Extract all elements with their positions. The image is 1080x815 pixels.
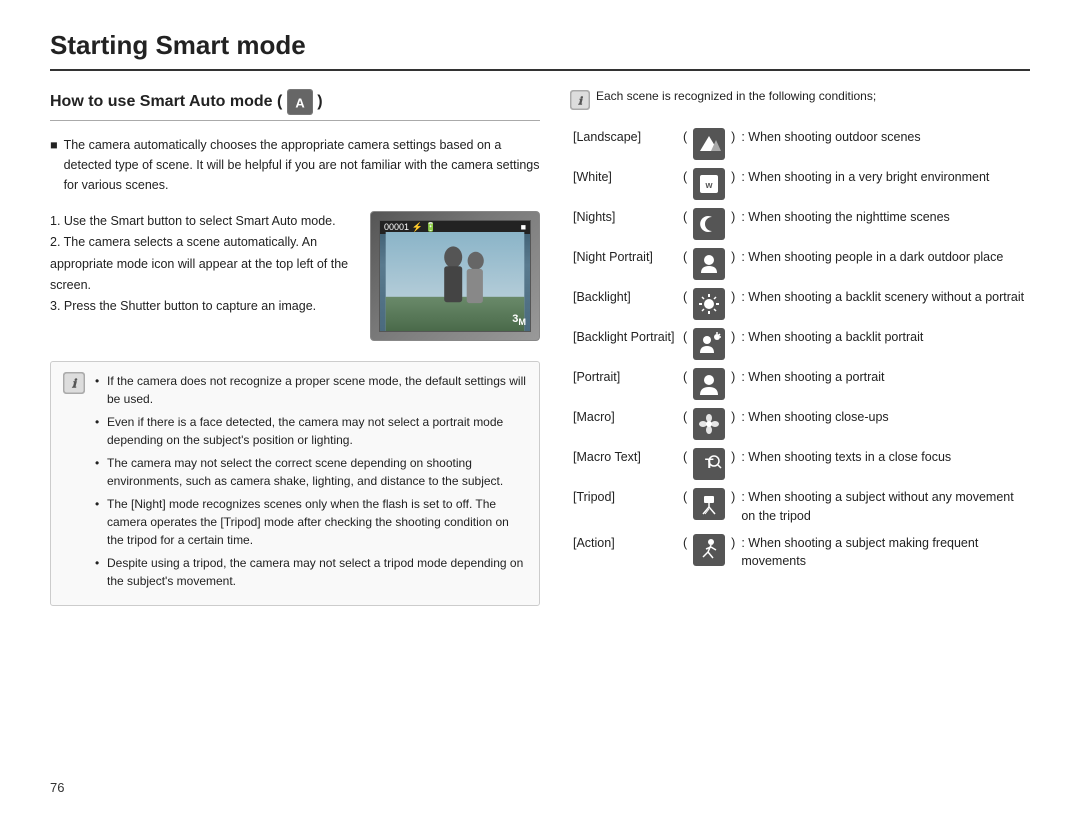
scene-label-white: [White] bbox=[570, 164, 680, 204]
scene-open-paren-5: ( bbox=[680, 324, 690, 364]
camera-preview: 00001 ⚡ 🔋 ■ bbox=[370, 211, 540, 341]
note-bullets: If the camera does not recognize a prope… bbox=[95, 372, 527, 595]
scene-open-paren-3: ( bbox=[680, 244, 690, 284]
scene-icon-nights bbox=[690, 204, 728, 244]
scene-close-paren-9: ) bbox=[728, 484, 738, 530]
each-scene-text: Each scene is recognized in the followin… bbox=[596, 89, 876, 103]
scene-desc-tripod: : When shooting a subject without any mo… bbox=[738, 484, 1030, 530]
scene-close-paren-8: ) bbox=[728, 444, 738, 484]
note-item-3: The camera may not select the correct sc… bbox=[95, 454, 527, 490]
scene-close-paren-4: ) bbox=[728, 284, 738, 324]
scene-close-paren-7: ) bbox=[728, 404, 738, 444]
camera-3m-badge: 3M bbox=[512, 313, 526, 327]
svg-text:A: A bbox=[295, 95, 304, 110]
note-icon: ℹ bbox=[63, 372, 85, 394]
scene-desc-landscape: : When shooting outdoor scenes bbox=[738, 124, 1030, 164]
scene-row-nights: [Nights] ( ) : When shooting the nightti… bbox=[570, 204, 1030, 244]
scene-table: [Landscape] ( ) : When s bbox=[570, 124, 1030, 575]
note-item-5: Despite using a tripod, the camera may n… bbox=[95, 554, 527, 590]
scene-row-landscape: [Landscape] ( ) : When s bbox=[570, 124, 1030, 164]
page-title: Starting Smart mode bbox=[50, 30, 1030, 71]
scene-desc-macro-text: : When shooting texts in a close focus bbox=[738, 444, 1030, 484]
scene-icon-night-portrait bbox=[690, 244, 728, 284]
scene-desc-action: : When shooting a subject making frequen… bbox=[738, 530, 1030, 576]
scene-label-portrait: [Portrait] bbox=[570, 364, 680, 404]
scene-open-paren-2: ( bbox=[680, 204, 690, 244]
scene-row-action: [Action] ( bbox=[570, 530, 1030, 576]
scene-open-paren-1: ( bbox=[680, 164, 690, 204]
scene-open-paren-0: ( bbox=[680, 124, 690, 164]
scene-row-macro: [Macro] ( bbox=[570, 404, 1030, 444]
scene-icon-backlight bbox=[690, 284, 728, 324]
scene-desc-macro: : When shooting close-ups bbox=[738, 404, 1030, 444]
scene-label-backlight: [Backlight] bbox=[570, 284, 680, 324]
scene-open-paren-7: ( bbox=[680, 404, 690, 444]
scene-icon-portrait bbox=[690, 364, 728, 404]
note-icon-small: ℹ bbox=[570, 90, 590, 110]
scene-open-paren-9: ( bbox=[680, 484, 690, 530]
scene-row-backlight-portrait: [Backlight Portrait] ( bbox=[570, 324, 1030, 364]
steps-text: 1. Use the Smart button to select Smart … bbox=[50, 211, 356, 317]
section-title-text: How to use Smart Auto mode ( A ) bbox=[50, 89, 323, 115]
scene-label-action: [Action] bbox=[570, 530, 680, 576]
scene-icon-landscape bbox=[690, 124, 728, 164]
scene-icon-macro bbox=[690, 404, 728, 444]
scene-desc-portrait: : When shooting a portrait bbox=[738, 364, 1030, 404]
intro-text: ■ The camera automatically chooses the a… bbox=[50, 135, 540, 195]
scene-label-macro-text: [Macro Text] bbox=[570, 444, 680, 484]
each-scene-note: ℹ Each scene is recognized in the follow… bbox=[570, 89, 1030, 110]
scene-close-paren-5: ) bbox=[728, 324, 738, 364]
steps-section: 1. Use the Smart button to select Smart … bbox=[50, 211, 540, 341]
scene-close-paren-1: ) bbox=[728, 164, 738, 204]
scene-icon-backlight-portrait bbox=[690, 324, 728, 364]
scene-desc-night-portrait: : When shooting people in a dark outdoor… bbox=[738, 244, 1030, 284]
right-column: ℹ Each scene is recognized in the follow… bbox=[570, 89, 1030, 606]
camera-screen: 00001 ⚡ 🔋 ■ bbox=[379, 220, 531, 332]
scene-desc-backlight-portrait: : When shooting a backlit portrait bbox=[738, 324, 1030, 364]
scene-close-paren-6: ) bbox=[728, 364, 738, 404]
section-title: How to use Smart Auto mode ( A ) bbox=[50, 89, 540, 121]
note-item-2: Even if there is a face detected, the ca… bbox=[95, 413, 527, 449]
scene-label-landscape: [Landscape] bbox=[570, 124, 680, 164]
scene-close-paren-3: ) bbox=[728, 244, 738, 284]
intro-bullet: ■ The camera automatically chooses the a… bbox=[50, 135, 540, 195]
step-2: 2. The camera selects a scene automatica… bbox=[50, 232, 356, 296]
scene-icon-action bbox=[690, 530, 728, 576]
note-item-4: The [Night] mode recognizes scenes only … bbox=[95, 495, 527, 549]
note-item-1: If the camera does not recognize a prope… bbox=[95, 372, 527, 408]
scene-close-paren-10: ) bbox=[728, 530, 738, 576]
scene-label-nights: [Nights] bbox=[570, 204, 680, 244]
left-column: How to use Smart Auto mode ( A ) ■ The c… bbox=[50, 89, 540, 606]
scene-open-paren-8: ( bbox=[680, 444, 690, 484]
scene-desc-nights: : When shooting the nighttime scenes bbox=[738, 204, 1030, 244]
scene-close-paren-2: ) bbox=[728, 204, 738, 244]
scene-label-macro: [Macro] bbox=[570, 404, 680, 444]
scene-open-paren-10: ( bbox=[680, 530, 690, 576]
scene-open-paren-4: ( bbox=[680, 284, 690, 324]
scene-desc-backlight: : When shooting a backlit scenery withou… bbox=[738, 284, 1030, 324]
step-1: 1. Use the Smart button to select Smart … bbox=[50, 211, 356, 232]
scene-label-tripod: [Tripod] bbox=[570, 484, 680, 530]
svg-text:w: w bbox=[705, 180, 714, 190]
scene-icon-tripod bbox=[690, 484, 728, 530]
page-number: 76 bbox=[50, 780, 64, 795]
scene-label-night-portrait: [Night Portrait] bbox=[570, 244, 680, 284]
scene-row-macro-text: [Macro Text] ( T ) bbox=[570, 444, 1030, 484]
scene-row-portrait: [Portrait] ( ) : When shooting a portrai… bbox=[570, 364, 1030, 404]
scene-open-paren-6: ( bbox=[680, 364, 690, 404]
scene-icon-macro-text: T bbox=[690, 444, 728, 484]
scene-close-paren-0: ) bbox=[728, 124, 738, 164]
step-3: 3. Press the Shutter button to capture a… bbox=[50, 296, 356, 317]
scene-row-white: [White] ( w ) : When shooting in a very … bbox=[570, 164, 1030, 204]
note-box: ℹ If the camera does not recognize a pro… bbox=[50, 361, 540, 606]
scene-icon-white: w bbox=[690, 164, 728, 204]
scene-label-backlight-portrait: [Backlight Portrait] bbox=[570, 324, 680, 364]
scene-row-night-portrait: [Night Portrait] ( bbox=[570, 244, 1030, 284]
scene-desc-white: : When shooting in a very bright environ… bbox=[738, 164, 1030, 204]
scene-row-backlight: [Backlight] ( bbox=[570, 284, 1030, 324]
scene-row-tripod: [Tripod] ( bbox=[570, 484, 1030, 530]
